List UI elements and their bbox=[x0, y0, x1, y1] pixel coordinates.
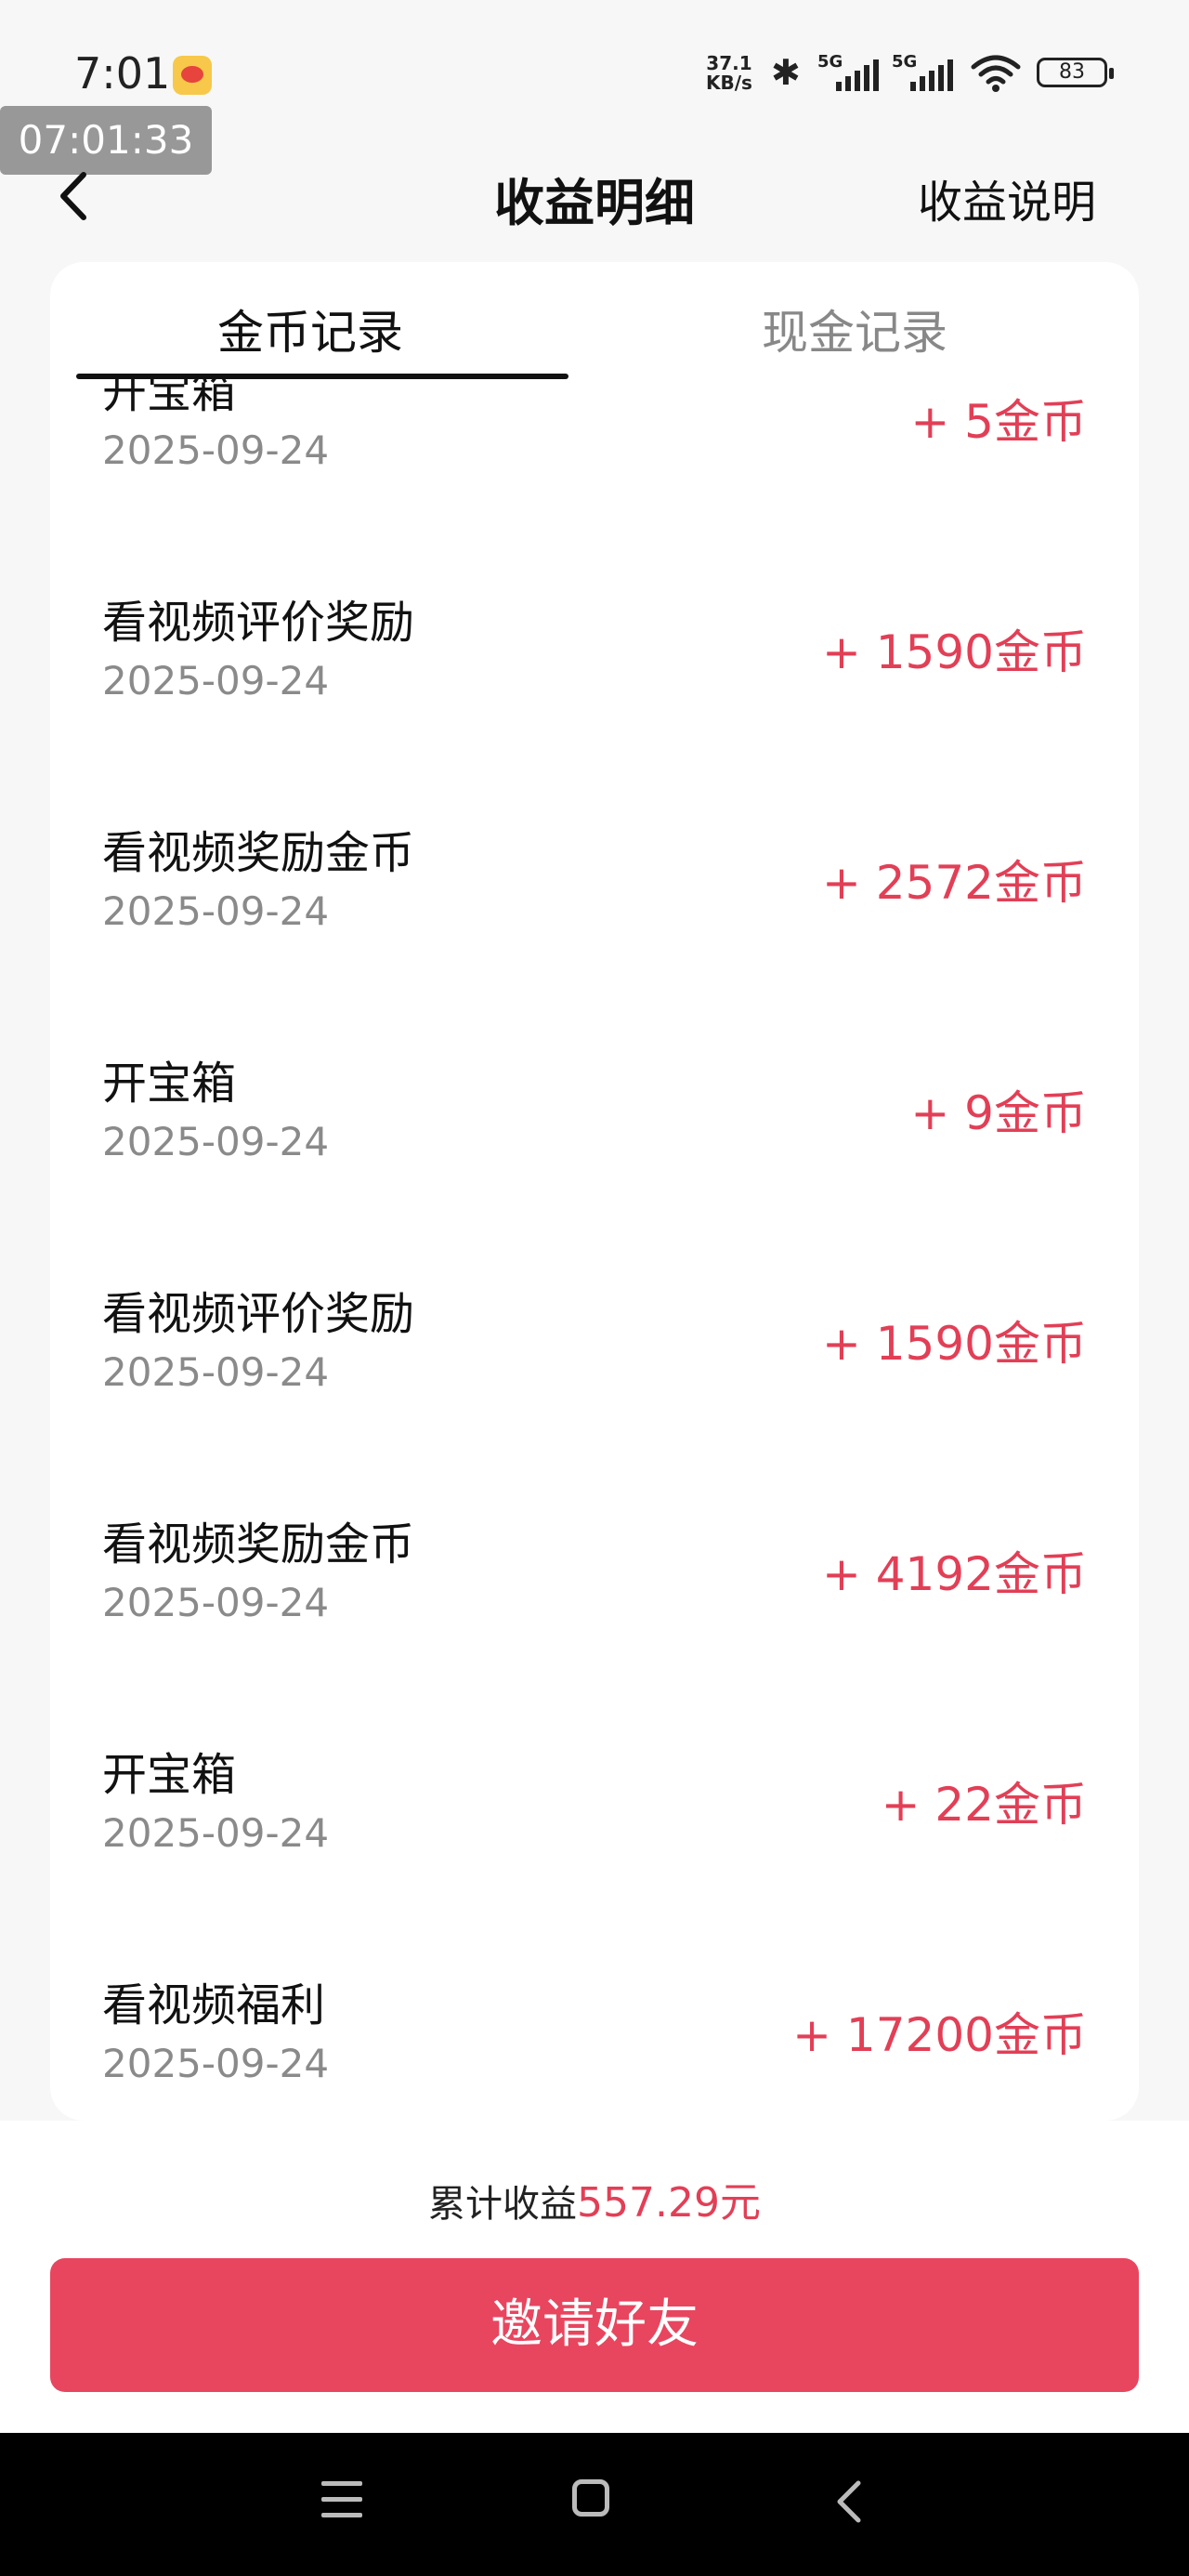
list-item: 看视频奖励金币 2025-09-24 + 4192金币 bbox=[50, 1507, 1139, 1738]
record-amount: + 1590金币 bbox=[821, 625, 1087, 679]
records-list[interactable]: 开宝箱 2025-09-24 + 5金币 看视频评价奖励 2025-09-24 … bbox=[50, 379, 1139, 2121]
record-amount: + 5金币 bbox=[910, 395, 1087, 449]
footer: 累计收益557.29元 邀请好友 bbox=[0, 2121, 1189, 2433]
record-amount: + 4192金币 bbox=[821, 1547, 1087, 1601]
list-item: 开宝箱 2025-09-24 + 22金币 bbox=[50, 1738, 1139, 1968]
record-title: 开宝箱 bbox=[102, 379, 237, 418]
record-amount: + 22金币 bbox=[881, 1778, 1087, 1832]
record-amount: + 9金币 bbox=[910, 1086, 1087, 1140]
total-earnings-label: 累计收益 bbox=[428, 2183, 578, 2226]
record-date: 2025-09-24 bbox=[102, 1349, 330, 1395]
system-nav-bar bbox=[0, 2433, 1189, 2576]
tab-coin-records[interactable]: 金币记录 bbox=[50, 296, 570, 362]
bluetooth-icon: ✱ bbox=[771, 52, 801, 93]
home-icon[interactable] bbox=[572, 2479, 609, 2517]
invite-friends-button[interactable]: 邀请好友 bbox=[50, 2258, 1139, 2392]
net-speed: 37.1 KB/s bbox=[706, 54, 752, 93]
signal-icon: 5G bbox=[817, 52, 882, 93]
record-title: 看视频评价奖励 bbox=[102, 1288, 415, 1340]
list-item: 看视频评价奖励 2025-09-24 + 1590金币 bbox=[50, 585, 1139, 816]
record-title: 看视频奖励金币 bbox=[102, 1518, 415, 1571]
tab-cash-records[interactable]: 现金记录 bbox=[594, 296, 1115, 362]
total-earnings-value: 557.29元 bbox=[577, 2179, 761, 2227]
list-item: 看视频福利 2025-09-24 + 17200金币 bbox=[50, 1968, 1139, 2121]
net-speed-unit: KB/s bbox=[706, 72, 752, 94]
record-date: 2025-09-24 bbox=[102, 1119, 330, 1164]
record-title: 开宝箱 bbox=[102, 1749, 237, 1801]
record-date: 2025-09-24 bbox=[102, 888, 330, 934]
record-date: 2025-09-24 bbox=[102, 427, 330, 473]
net-speed-value: 37.1 bbox=[706, 52, 752, 74]
total-earnings: 累计收益557.29元 bbox=[0, 2169, 1189, 2228]
signal-type-label: 5G bbox=[817, 52, 843, 72]
status-time: 7:01 bbox=[74, 48, 171, 99]
signal-type-label: 5G bbox=[892, 52, 918, 72]
wifi-icon bbox=[971, 55, 1021, 92]
list-item: 开宝箱 2025-09-24 + 9金币 bbox=[50, 1046, 1139, 1277]
record-title: 看视频评价奖励 bbox=[102, 597, 415, 649]
record-date: 2025-09-24 bbox=[102, 2041, 330, 2086]
record-title: 看视频福利 bbox=[102, 1979, 326, 2031]
record-title: 看视频奖励金币 bbox=[102, 827, 415, 879]
record-date: 2025-09-24 bbox=[102, 1810, 330, 1856]
record-amount: + 1590金币 bbox=[821, 1317, 1087, 1371]
list-item: 看视频奖励金币 2025-09-24 + 2572金币 bbox=[50, 816, 1139, 1046]
weibo-icon bbox=[173, 56, 212, 95]
list-item: 开宝箱 2025-09-24 + 5金币 bbox=[50, 379, 1139, 585]
record-date: 2025-09-24 bbox=[102, 1580, 330, 1625]
menu-icon[interactable] bbox=[321, 2481, 362, 2518]
back-icon[interactable] bbox=[827, 2477, 871, 2526]
record-title: 开宝箱 bbox=[102, 1058, 237, 1110]
signal-icon: 5G bbox=[892, 52, 957, 93]
record-amount: + 17200金币 bbox=[792, 2008, 1087, 2062]
list-item: 看视频评价奖励 2025-09-24 + 1590金币 bbox=[50, 1277, 1139, 1507]
record-date: 2025-09-24 bbox=[102, 658, 330, 703]
earnings-help-link[interactable]: 收益说明 bbox=[918, 165, 1096, 230]
record-amount: + 2572金币 bbox=[821, 856, 1087, 910]
records-card: 金币记录 现金记录 开宝箱 2025-09-24 + 5金币 看视频评价奖励 2… bbox=[50, 262, 1139, 2121]
battery-icon: 83 bbox=[1037, 58, 1114, 87]
